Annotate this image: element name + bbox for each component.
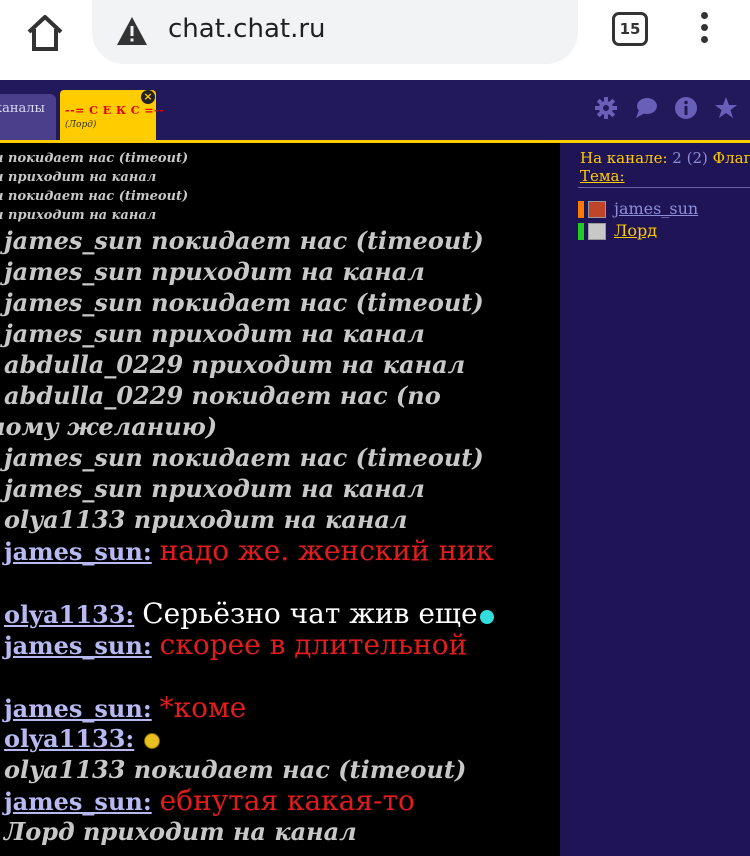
browser-toolbar: chat.chat.ru 15 [0, 0, 750, 80]
active-tab-title: --= С Е К С =-- [65, 104, 165, 117]
system-message: ному желанию) [0, 412, 218, 441]
message-nick[interactable]: olya1133: [4, 600, 134, 629]
star-icon[interactable] [714, 96, 738, 120]
chat-message: james_sun: скорее в длительной [4, 629, 560, 660]
system-message: james_sun покидает нас (timeout) [4, 288, 484, 317]
avatar [588, 201, 606, 218]
system-message: james_sun покидает нас (timeout) [4, 443, 484, 472]
address-bar[interactable]: chat.chat.ru [92, 0, 578, 64]
user-count: 2 (2) [672, 149, 708, 167]
message-nick[interactable]: olya1133: [4, 724, 134, 753]
system-message: james_sun приходит на канал [4, 257, 425, 286]
url-text[interactable]: chat.chat.ru [168, 14, 326, 44]
smiley-icon [144, 732, 161, 749]
message-text: Серьёзно чат жив еще [142, 597, 478, 630]
more-menu-icon[interactable] [696, 12, 712, 48]
user-name[interactable]: james_sun [614, 199, 698, 218]
tab-switcher-button[interactable]: 15 [612, 12, 648, 46]
system-message: abdulla_0229 покидает нас (по [4, 381, 441, 410]
divider [578, 187, 750, 188]
channel-info: На канале: 2 (2) Флаг [580, 149, 750, 167]
system-message: james_sun приходит на канал [4, 474, 425, 503]
chat-message: olya1133: Серьёзно чат жив еще [4, 598, 560, 629]
chat-message: olya1133: [4, 723, 560, 754]
system-message: abdulla_0229 приходит на канал [4, 350, 466, 379]
chat-message: james_sun: надо же. женский ник [4, 535, 560, 566]
on-channel-label: На канале: [580, 149, 668, 167]
flag-label: Флаг [712, 149, 750, 167]
user-status-stripe [578, 223, 584, 240]
chat-bubble-icon[interactable] [634, 96, 658, 120]
system-message: olya1133 покидает нас (timeout) [4, 755, 467, 784]
system-message: Лорд приходит на канал [4, 817, 357, 846]
gear-icon[interactable] [594, 96, 618, 120]
home-icon[interactable] [22, 10, 68, 56]
message-nick[interactable]: james_sun: [4, 631, 152, 660]
system-message: olya1133 приходит на канал [4, 505, 408, 534]
message-nick[interactable]: james_sun: [4, 787, 152, 816]
system-message: н покидает нас (timeout) [0, 189, 189, 204]
message-nick[interactable]: james_sun: [4, 537, 152, 566]
tab-channels[interactable]: каналы [0, 94, 56, 140]
warning-icon[interactable] [116, 16, 148, 46]
channel-sidebar: На канале: 2 (2) Флаг Тема: james_sun Ло… [560, 143, 750, 856]
smiley-icon [479, 609, 494, 624]
message-text: *коме [159, 691, 247, 724]
message-text: скорее в длительной [159, 628, 468, 661]
user-status-stripe [578, 201, 584, 218]
avatar [588, 223, 606, 240]
info-icon[interactable] [674, 96, 698, 120]
tab-channels-label: каналы [0, 101, 45, 116]
chat-app: каналы --= С Е К С =-- (Лорд) × [0, 80, 750, 856]
system-message: н приходит на канал [0, 208, 157, 223]
message-list: н покидает нас (timeout) н приходит на к… [0, 149, 560, 847]
message-area[interactable]: н покидает нас (timeout) н приходит на к… [0, 143, 560, 856]
topic-link[interactable]: Тема: [580, 167, 625, 185]
system-message: н приходит на канал [0, 170, 157, 185]
toolbar-icons [594, 96, 738, 124]
channel-tabs-bar: каналы --= С Е К С =-- (Лорд) × [0, 80, 750, 140]
system-message: james_sun покидает нас (timeout) [4, 226, 484, 255]
user-name[interactable]: Лорд [614, 221, 657, 240]
system-message: james_sun приходит на канал [4, 319, 425, 348]
active-tab-subtitle: (Лорд) [65, 120, 97, 130]
chat-message: james_sun: *коме [4, 692, 560, 723]
close-tab-icon[interactable]: × [141, 90, 155, 104]
system-message: н покидает нас (timeout) [0, 151, 189, 166]
message-nick[interactable]: james_sun: [4, 694, 152, 723]
tab-active-channel[interactable]: --= С Е К С =-- (Лорд) × [60, 90, 164, 140]
chat-message: james_sun: ебнутая какая-то [4, 785, 560, 816]
message-text: ебнутая какая-то [159, 784, 415, 817]
message-text: надо же. женский ник [159, 534, 494, 567]
